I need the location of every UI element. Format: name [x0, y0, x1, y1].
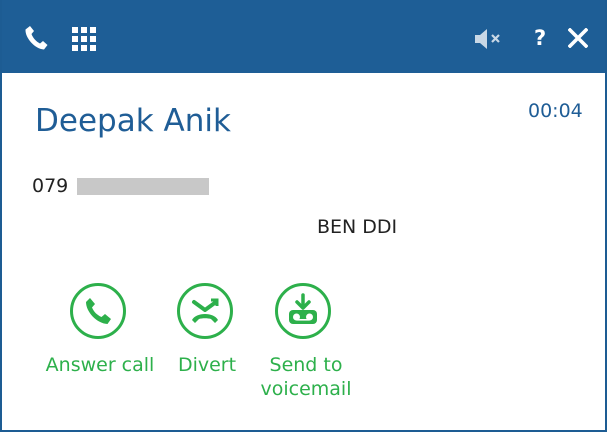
divert-button[interactable]: Divert [172, 283, 242, 376]
redacted-number-bar [77, 178, 209, 195]
caller-name: Deepak Anik [35, 103, 231, 139]
ddi-label: BEN DDI [317, 216, 398, 238]
title-bar: ? [2, 0, 605, 73]
close-icon[interactable] [568, 28, 588, 48]
divert-icon[interactable] [177, 283, 233, 339]
help-icon[interactable]: ? [534, 26, 546, 50]
keypad-icon[interactable] [72, 27, 96, 51]
divert-label: Divert [177, 354, 237, 376]
voicemail-icon[interactable] [275, 283, 331, 339]
speaker-mute-icon[interactable] [474, 28, 504, 50]
caller-number: 079 [32, 175, 69, 197]
voicemail-label-line1: Send to [269, 354, 343, 376]
incoming-call-window: ? Deepak Anik 00:04 079 BEN DDI Answer c… [0, 0, 607, 432]
phone-icon[interactable] [24, 25, 48, 51]
answer-call-label: Answer call [45, 354, 155, 376]
send-to-voicemail-button[interactable]: Send to voicemail [252, 283, 360, 400]
call-timer: 00:04 [528, 100, 583, 122]
answer-call-button[interactable]: Answer call [38, 283, 162, 376]
answer-call-icon[interactable] [70, 283, 126, 339]
voicemail-label-line2: voicemail [260, 378, 352, 400]
